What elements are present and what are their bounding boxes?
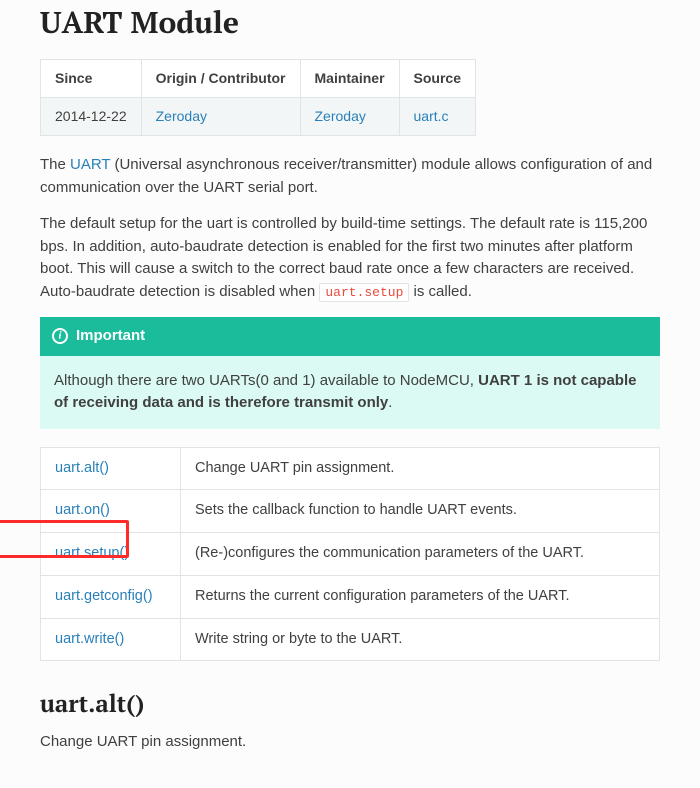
meta-header: Since Origin / Contributor Maintainer So… <box>41 60 476 98</box>
admonition-title: Important <box>40 317 660 356</box>
api-link-uart-alt[interactable]: uart.alt() <box>55 460 109 476</box>
meta-th-maintainer: Maintainer <box>300 60 399 98</box>
api-link-uart-write[interactable]: uart.write() <box>55 631 124 647</box>
api-link-uart-setup[interactable]: uart.setup() <box>55 545 129 561</box>
meta-th-source: Source <box>399 60 475 98</box>
meta-origin: Zeroday <box>141 98 300 136</box>
module-meta-table: Since Origin / Contributor Maintainer So… <box>40 59 476 136</box>
api-desc-cell: (Re-)configures the communication parame… <box>181 533 660 576</box>
uart-link[interactable]: UART <box>70 156 110 173</box>
meta-th-origin: Origin / Contributor <box>141 60 300 98</box>
meta-source: uart.c <box>399 98 475 136</box>
api-fn-cell: uart.setup() <box>41 533 181 576</box>
api-fn-cell: uart.on() <box>41 490 181 533</box>
important-admonition: Important Although there are two UARTs(0… <box>40 317 660 429</box>
section-uart-alt-desc: Change UART pin assignment. <box>40 731 660 754</box>
api-fn-cell: uart.write() <box>41 618 181 661</box>
meta-since: 2014-12-22 <box>41 98 142 136</box>
table-row: uart.alt() Change UART pin assignment. <box>41 447 660 490</box>
api-desc-cell: Change UART pin assignment. <box>181 447 660 490</box>
api-link-uart-on[interactable]: uart.on() <box>55 502 110 518</box>
intro-post: (Universal asynchronous receiver/transmi… <box>40 156 652 196</box>
api-fn-cell: uart.getconfig() <box>41 575 181 618</box>
api-desc-cell: Returns the current configuration parame… <box>181 575 660 618</box>
api-desc-cell: Write string or byte to the UART. <box>181 618 660 661</box>
meta-th-since: Since <box>41 60 142 98</box>
source-link[interactable]: uart.c <box>414 108 449 124</box>
meta-row: 2014-12-22 Zeroday Zeroday uart.c <box>41 98 476 136</box>
meta-maintainer: Zeroday <box>300 98 399 136</box>
maintainer-link[interactable]: Zeroday <box>315 108 366 124</box>
intro-paragraph: The UART (Universal asynchronous receive… <box>40 154 660 199</box>
page-title: UART Module <box>40 0 660 45</box>
api-table: uart.alt() Change UART pin assignment. u… <box>40 447 660 662</box>
info-icon <box>52 328 68 344</box>
doc-content: UART Module Since Origin / Contributor M… <box>0 0 700 788</box>
table-row: uart.setup() (Re-)configures the communi… <box>41 533 660 576</box>
admonition-body: Although there are two UARTs(0 and 1) av… <box>40 356 660 429</box>
api-fn-cell: uart.alt() <box>41 447 181 490</box>
admonition-title-text: Important <box>76 325 145 348</box>
api-desc-cell: Sets the callback function to handle UAR… <box>181 490 660 533</box>
table-row: uart.write() Write string or byte to the… <box>41 618 660 661</box>
table-row: uart.getconfig() Returns the current con… <box>41 575 660 618</box>
intro-pre: The <box>40 156 70 173</box>
default-setup-paragraph: The default setup for the uart is contro… <box>40 213 660 303</box>
code-uart-setup: uart.setup <box>319 283 409 302</box>
adm-body-post: . <box>388 394 392 411</box>
api-link-uart-getconfig[interactable]: uart.getconfig() <box>55 588 153 604</box>
adm-body-pre: Although there are two UARTs(0 and 1) av… <box>54 372 478 389</box>
origin-link[interactable]: Zeroday <box>156 108 207 124</box>
table-row: uart.on() Sets the callback function to … <box>41 490 660 533</box>
section-uart-alt-title: uart.alt() <box>40 685 660 721</box>
p2-post: is called. <box>409 283 472 300</box>
